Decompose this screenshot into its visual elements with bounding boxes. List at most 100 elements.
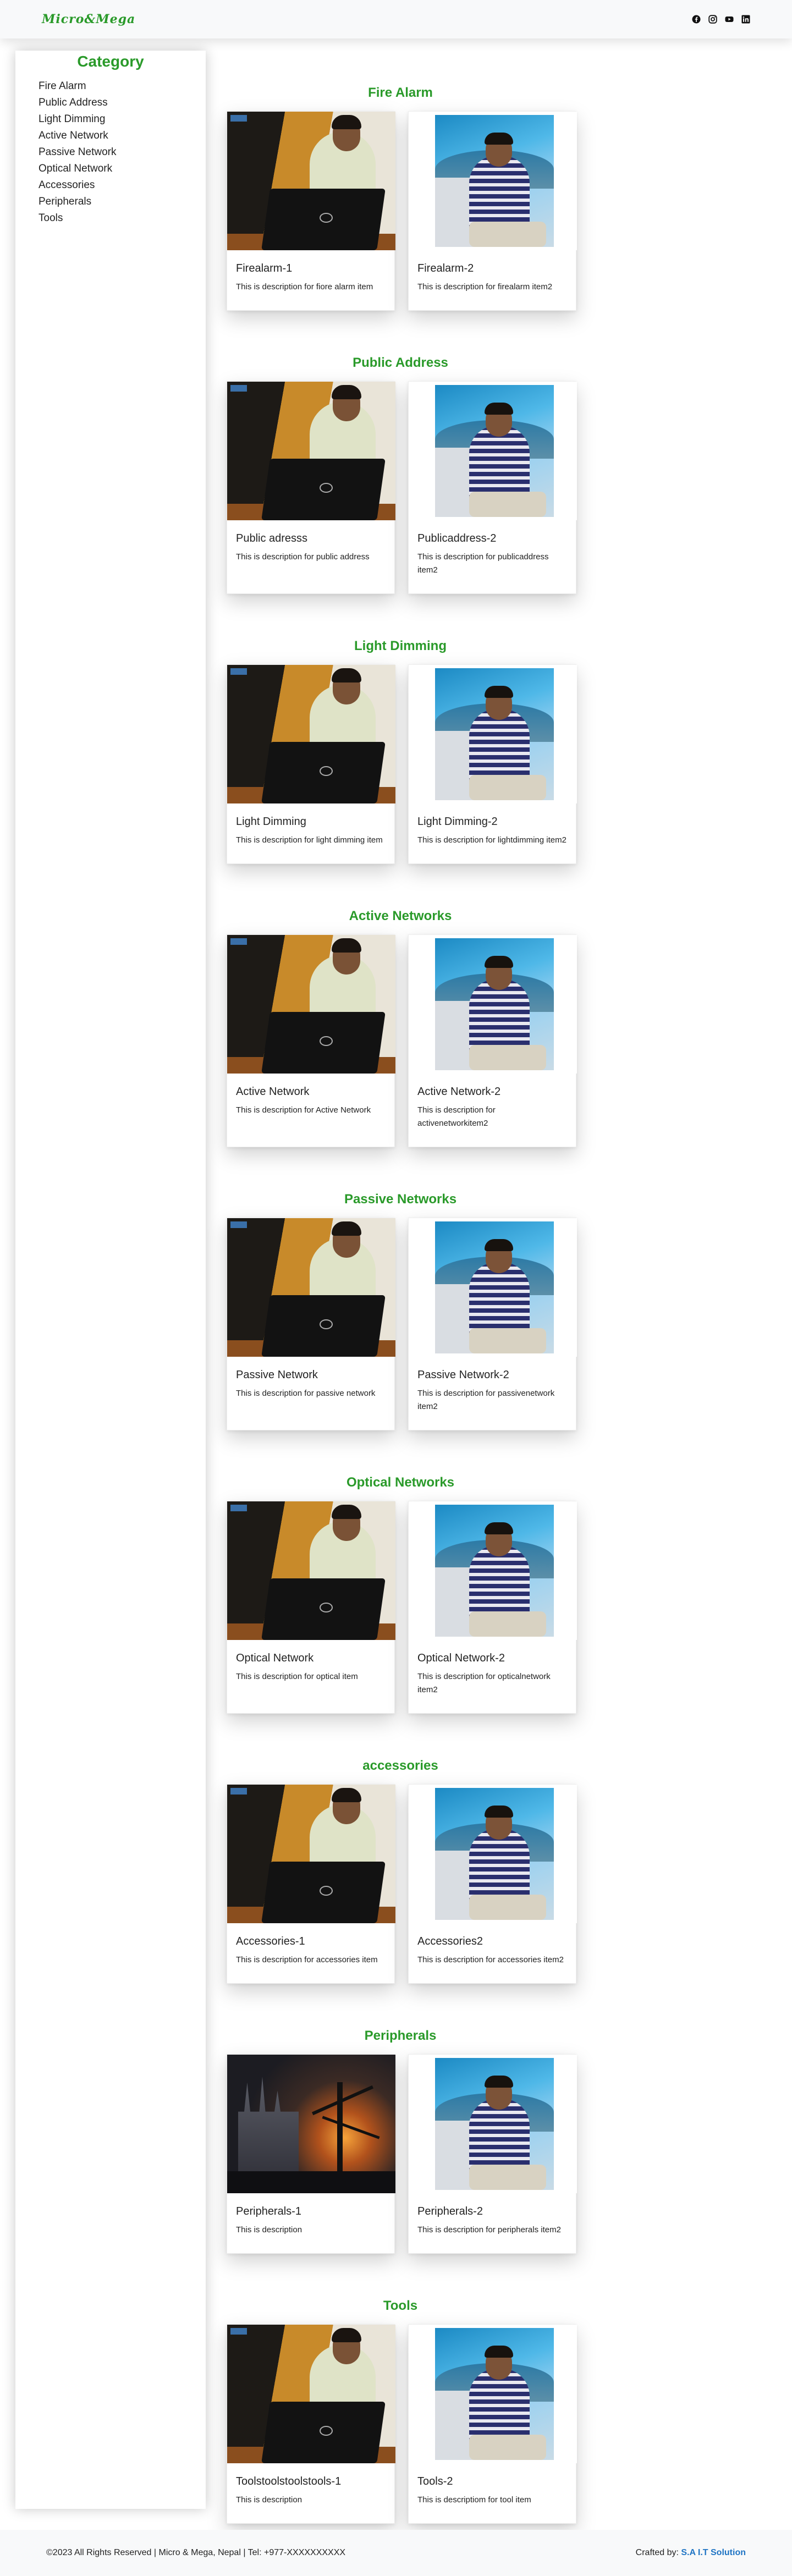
section-title: Fire Alarm (368, 85, 433, 100)
section-fire-alarm: Fire Alarm Firealarm-1 This is descriptio… (224, 75, 577, 311)
section-title: Light Dimming (354, 639, 447, 653)
top-navbar: Micro&Mega (0, 0, 792, 38)
product-sections: Fire Alarm Firealarm-1 This is descriptio… (224, 51, 774, 2524)
card-title: Light Dimming-2 (417, 816, 498, 828)
brand-logo[interactable]: Micro&Mega (42, 12, 135, 26)
section-passive-networks: Passive Networks Passive Network This is … (224, 1181, 577, 1430)
card-description: This is description for public address (236, 552, 370, 562)
section-title: Peripherals (364, 2028, 437, 2043)
card-title: Toolstoolstoolstools-1 (236, 2475, 342, 2487)
product-card[interactable]: Passive Network This is description for p… (227, 1218, 395, 1430)
card-description: This is description for peripherals item… (417, 2225, 561, 2234)
sidebar-item-fire-alarm[interactable]: Fire Alarm (38, 78, 183, 95)
product-card[interactable]: Publicaddress-2 This is description for p… (408, 381, 577, 594)
card-title: Active Network (236, 1086, 310, 1098)
card-row: Peripherals-1 This is description Periphe… (224, 2054, 577, 2254)
section-title: Active Networks (349, 909, 452, 923)
product-card[interactable]: Active Network This is description for Ac… (227, 934, 395, 1147)
crafted-by-label: Crafted by: (635, 2548, 681, 2557)
sidebar-title: Category (77, 53, 144, 70)
product-image (227, 112, 395, 250)
product-card[interactable]: Light Dimming-2 This is description for l… (408, 664, 577, 864)
card-title: Light Dimming (236, 816, 306, 828)
card-title: Active Network-2 (417, 1086, 501, 1098)
product-card[interactable]: Public adresss This is description for pu… (227, 381, 395, 594)
product-card[interactable]: Passive Network-2 This is description for… (408, 1218, 577, 1430)
sidebar-item-peripherals[interactable]: Peripherals (38, 194, 183, 210)
section-title: Tools (383, 2298, 418, 2313)
copyright-text: ©2023 All Rights Reserved | Micro & Mega… (46, 2548, 346, 2557)
card-title: Tools-2 (417, 2475, 453, 2487)
section-peripherals: Peripherals Peripherals-1 This is descrip… (224, 2018, 577, 2254)
card-description: This is description for passivenetwork i… (417, 1389, 555, 1411)
page-footer: ©2023 All Rights Reserved | Micro & Mega… (0, 2530, 792, 2576)
product-image (227, 665, 395, 803)
card-description: This is description (236, 2225, 302, 2234)
card-title: Peripherals-2 (417, 2205, 483, 2217)
sidebar-item-public-address[interactable]: Public Address (38, 95, 183, 111)
product-card[interactable]: Peripherals-2 This is description for per… (408, 2054, 577, 2254)
product-card[interactable]: Light Dimming This is description for lig… (227, 664, 395, 864)
product-image (227, 935, 395, 1074)
card-title: Firealarm-1 (236, 262, 293, 274)
product-card[interactable]: Optical Network This is description for o… (227, 1501, 395, 1714)
sidebar-item-tools[interactable]: Tools (38, 210, 183, 227)
product-image (227, 1218, 395, 1357)
section-optical-networks: Optical Networks Optical Network This is … (224, 1465, 577, 1714)
card-row: Optical Network This is description for o… (224, 1501, 577, 1714)
sidebar-item-optical-network[interactable]: Optical Network (38, 161, 183, 177)
card-description: This is descriptiom for tool item (417, 2495, 531, 2505)
product-card[interactable]: Active Network-2 This is description for … (408, 934, 577, 1147)
sidebar-item-active-network[interactable]: Active Network (38, 128, 183, 144)
card-description: This is description for activenetworkite… (417, 1105, 496, 1128)
sidebar-item-accessories[interactable]: Accessories (38, 177, 183, 194)
crafted-by-link[interactable]: S.A I.T Solution (681, 2548, 746, 2557)
card-description: This is description for accessories item… (417, 1955, 564, 1964)
product-image (409, 382, 577, 520)
card-title: Peripherals-1 (236, 2205, 301, 2217)
section-title: Public Address (353, 355, 448, 370)
section-accessories: accessories Accessories-1 This is descrip… (224, 1748, 577, 1984)
section-title: Optical Networks (346, 1475, 455, 1490)
product-card[interactable]: Toolstoolstoolstools-1 This is descriptio… (227, 2324, 395, 2524)
card-row: Active Network This is description for Ac… (224, 934, 577, 1147)
product-card[interactable]: Peripherals-1 This is description (227, 2054, 395, 2254)
product-card[interactable]: Firealarm-1 This is description for fiore… (227, 111, 395, 311)
card-title: Optical Network (236, 1652, 314, 1664)
product-card[interactable]: Accessories-1 This is description for acc… (227, 1784, 395, 1984)
card-title: Accessories-1 (236, 1935, 305, 1947)
section-title: accessories (362, 1758, 438, 1773)
card-title: Passive Network-2 (417, 1369, 509, 1381)
card-title: Optical Network-2 (417, 1652, 505, 1664)
youtube-icon[interactable] (725, 15, 734, 24)
product-image (409, 112, 577, 250)
sidebar-item-light-dimming[interactable]: Light Dimming (38, 111, 183, 128)
category-list: Fire Alarm Public Address Light Dimming … (38, 78, 183, 227)
instagram-icon[interactable] (708, 15, 717, 24)
section-light-dimming: Light Dimming Light Dimming This is descr… (224, 628, 577, 864)
card-description: This is description for publicaddress it… (417, 552, 549, 575)
product-image (409, 1218, 577, 1357)
product-image (409, 665, 577, 803)
product-image (227, 2325, 395, 2463)
card-description: This is description for fiore alarm item (236, 282, 373, 291)
card-description: This is description for Active Network (236, 1105, 371, 1115)
product-card[interactable]: Accessories2 This is description for acce… (408, 1784, 577, 1984)
facebook-icon[interactable] (692, 15, 701, 24)
product-image (227, 382, 395, 520)
card-row: Public adresss This is description for pu… (224, 381, 577, 594)
section-public-address: Public Address Public adresss This is des… (224, 345, 577, 594)
sidebar-item-passive-network[interactable]: Passive Network (38, 144, 183, 161)
card-description: This is description for optical item (236, 1672, 358, 1681)
card-description: This is description for light dimming it… (236, 835, 383, 845)
card-row: Light Dimming This is description for lig… (224, 664, 577, 864)
section-title: Passive Networks (344, 1192, 457, 1207)
linkedin-icon[interactable] (741, 15, 750, 24)
product-card[interactable]: Tools-2 This is descriptiom for tool item (408, 2324, 577, 2524)
card-title: Firealarm-2 (417, 262, 474, 274)
card-row: Firealarm-1 This is description for fiore… (224, 111, 577, 311)
product-card[interactable]: Optical Network-2 This is description for… (408, 1501, 577, 1714)
card-description: This is description for opticalnetwork i… (417, 1672, 551, 1694)
card-description: This is description for lightdimming ite… (417, 835, 566, 845)
product-card[interactable]: Firealarm-2 This is description for firea… (408, 111, 577, 311)
